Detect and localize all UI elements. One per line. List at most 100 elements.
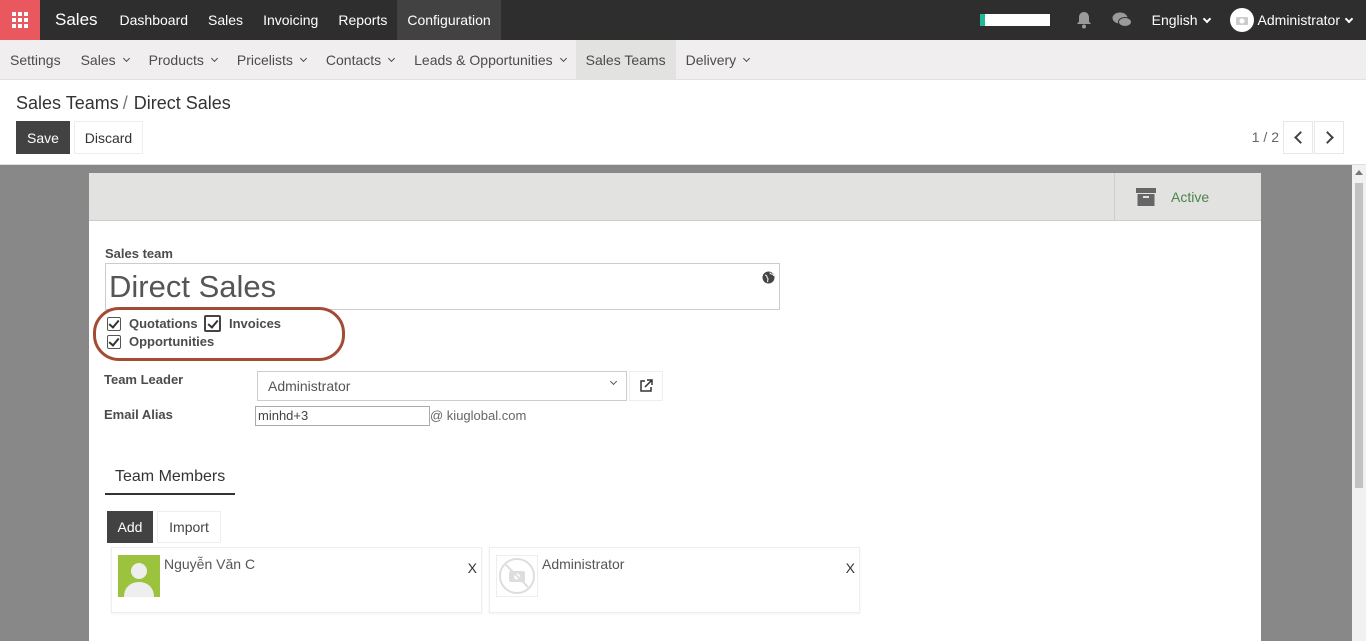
systray: English Administrator xyxy=(979,0,1366,40)
pager-value: 1 / 2 xyxy=(1251,129,1279,145)
submenu-label: Sales Teams xyxy=(585,52,666,68)
topmenu-invoicing[interactable]: Invoicing xyxy=(253,0,328,40)
member-card[interactable]: Administrator X xyxy=(489,547,860,613)
user-avatar xyxy=(1229,8,1254,32)
member-name: Administrator xyxy=(542,556,625,572)
chevron-down-icon xyxy=(743,54,751,63)
member-avatar xyxy=(118,555,160,597)
user-menu[interactable]: Administrator xyxy=(1229,8,1354,32)
sales-team-name-input[interactable]: Direct Sales xyxy=(105,263,780,310)
breadcrumb-parent[interactable]: Sales Teams xyxy=(16,93,119,113)
app-switcher-button[interactable] xyxy=(0,0,40,40)
invoices-label: Invoices xyxy=(229,316,282,331)
invoices-checkbox[interactable]: Invoices xyxy=(204,315,281,332)
remove-member-button[interactable]: X xyxy=(846,560,855,576)
language-label: English xyxy=(1151,12,1198,28)
secondary-menu: Settings Sales Products Pricelists Conta… xyxy=(0,40,1366,80)
user-name: Administrator xyxy=(1257,12,1340,28)
pager-next-button[interactable] xyxy=(1314,121,1344,154)
chevron-left-icon xyxy=(1293,131,1307,144)
topmenu-sales[interactable]: Sales xyxy=(198,0,253,40)
opportunities-label: Opportunities xyxy=(129,334,215,349)
pager-previous-button[interactable] xyxy=(1283,121,1313,154)
checkbox-checked-icon xyxy=(107,316,121,331)
progress-fill xyxy=(979,14,986,26)
submenu-label: Sales xyxy=(80,52,116,68)
discard-button[interactable]: Discard xyxy=(74,121,143,154)
no-photo-icon xyxy=(495,554,539,598)
opportunities-checkbox[interactable]: Opportunities xyxy=(107,334,214,349)
submenu-label: Pricelists xyxy=(236,52,293,68)
chat-icon[interactable] xyxy=(1110,0,1134,40)
team-leader-label: Team Leader xyxy=(104,372,184,387)
email-alias-label: Email Alias xyxy=(104,407,173,422)
topmenu-configuration[interactable]: Configuration xyxy=(397,0,501,40)
member-name: Nguyễn Văn C xyxy=(164,556,256,572)
submenu-label: Contacts xyxy=(325,52,382,68)
external-link-icon xyxy=(640,379,653,392)
email-alias-input[interactable]: minhd+3 xyxy=(255,406,430,426)
submenu-contacts[interactable]: Contacts xyxy=(316,40,404,80)
member-avatar xyxy=(495,554,539,598)
add-member-button[interactable]: Add xyxy=(107,511,153,543)
sales-team-label: Sales team xyxy=(105,246,173,261)
checkbox-checked-icon xyxy=(107,334,121,349)
submenu-sales-teams[interactable]: Sales Teams xyxy=(575,40,676,80)
team-leader-select[interactable]: Administrator xyxy=(257,371,627,401)
control-panel: Sales Teams / Direct Sales Save Discard 1 … xyxy=(0,80,1366,165)
submenu-label: Products xyxy=(148,52,204,68)
vertical-scrollbar[interactable] xyxy=(1352,165,1366,641)
checkbox-checked-icon xyxy=(204,315,221,332)
active-toggle-button[interactable]: Active xyxy=(1114,173,1261,221)
email-alias-domain: @ kiuglobal.com xyxy=(430,408,527,423)
submenu-delivery[interactable]: Delivery xyxy=(676,40,760,80)
topmenu-dashboard[interactable]: Dashboard xyxy=(110,0,199,40)
submenu-products[interactable]: Products xyxy=(139,40,227,80)
sales-team-name-value: Direct Sales xyxy=(109,269,277,304)
open-external-button[interactable] xyxy=(629,371,663,401)
active-label: Active xyxy=(1171,189,1210,205)
submenu-pricelists[interactable]: Pricelists xyxy=(227,40,316,80)
app-brand: Sales xyxy=(55,10,98,29)
chevron-down-icon xyxy=(1202,14,1211,23)
language-selector[interactable]: English xyxy=(1151,12,1211,28)
submenu-settings[interactable]: Settings xyxy=(0,40,71,80)
quotations-label: Quotations xyxy=(129,316,198,331)
submenu-label: Leads & Opportunities xyxy=(414,52,553,68)
top-navbar: Sales Dashboard Sales Invoicing Reports … xyxy=(0,0,1366,40)
archive-icon xyxy=(1136,188,1156,206)
camera-icon xyxy=(1235,17,1248,25)
progress-bar[interactable] xyxy=(979,14,1050,26)
form-view: Active Sales team Direct Sales Quotation… xyxy=(0,165,1352,641)
bell-icon[interactable] xyxy=(1072,0,1096,40)
breadcrumb: Sales Teams / Direct Sales xyxy=(16,93,231,114)
team-leader-value: Administrator xyxy=(268,378,351,394)
save-button[interactable]: Save xyxy=(16,121,70,154)
chevron-down-icon xyxy=(210,54,218,63)
breadcrumb-current: Direct Sales xyxy=(133,93,231,113)
grid-icon xyxy=(12,12,28,28)
submenu-sales[interactable]: Sales xyxy=(71,40,139,80)
user-placeholder-icon xyxy=(118,555,160,597)
chevron-down-icon xyxy=(609,377,618,386)
quotations-checkbox[interactable]: Quotations xyxy=(107,316,198,331)
chevron-down-icon xyxy=(1344,14,1354,23)
scrollbar-thumb[interactable] xyxy=(1355,183,1363,488)
member-card[interactable]: Nguyễn Văn C X xyxy=(111,547,482,613)
breadcrumb-separator: / xyxy=(122,93,128,113)
chevron-down-icon xyxy=(299,54,307,63)
remove-member-button[interactable]: X xyxy=(468,560,477,576)
chevron-right-icon xyxy=(1320,131,1334,144)
tab-team-members[interactable]: Team Members xyxy=(105,463,235,495)
submenu-leads-opportunities[interactable]: Leads & Opportunities xyxy=(404,40,576,80)
globe-icon[interactable] xyxy=(762,271,775,287)
import-button[interactable]: Import xyxy=(157,511,221,543)
submenu-label: Delivery xyxy=(685,52,737,68)
chevron-down-icon xyxy=(388,54,396,63)
topmenu-reports[interactable]: Reports xyxy=(328,0,397,40)
scroll-up-icon[interactable] xyxy=(1355,170,1363,175)
top-menu: Dashboard Sales Invoicing Reports Config… xyxy=(110,0,501,40)
form-sheet: Active Sales team Direct Sales Quotation… xyxy=(89,173,1261,641)
submenu-label: Settings xyxy=(10,52,61,68)
chevron-down-icon xyxy=(559,54,567,63)
